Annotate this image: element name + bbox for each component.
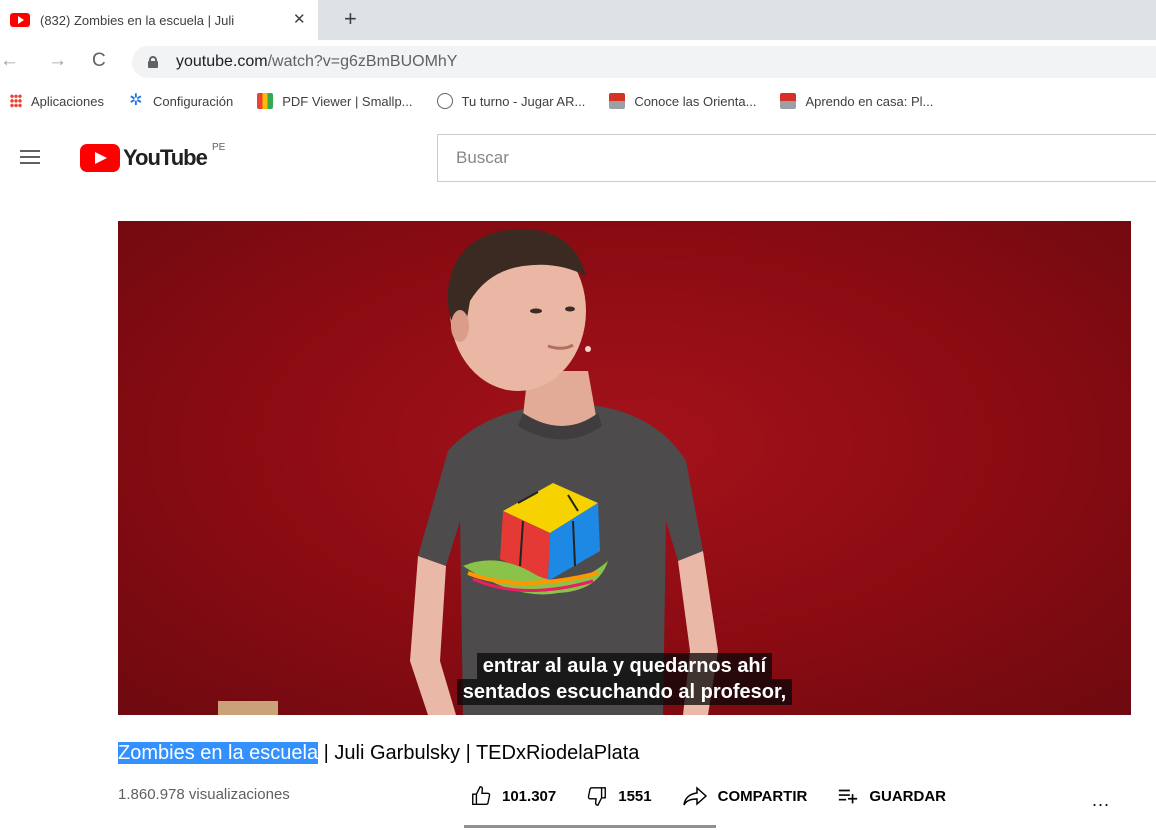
video-subtitles: entrar al aula y quedarnos ahí sentados … — [118, 653, 1131, 705]
minedu-icon — [780, 93, 797, 109]
share-label: COMPARTIR — [717, 787, 808, 805]
country-code: PE — [212, 142, 226, 153]
pdf-viewer-icon — [257, 93, 274, 109]
save-button[interactable]: GUARDAR — [837, 785, 946, 807]
bookmark-label: Conoce las Orienta... — [634, 93, 757, 109]
tab-close-icon[interactable]: ✕ — [293, 10, 306, 28]
video-frame-speaker — [218, 228, 718, 715]
bookmark-configuracion[interactable]: ✲ Configuración — [128, 93, 233, 109]
video-player[interactable]: entrar al aula y quedarnos ahí sentados … — [118, 221, 1131, 715]
share-button[interactable]: COMPARTIR — [682, 785, 808, 807]
video-actions: 101.307 1551 COMPARTIR GUARDAR — [470, 780, 976, 812]
sentiment-bar — [464, 825, 716, 828]
like-button[interactable]: 101.307 — [470, 785, 556, 807]
reload-icon[interactable]: C — [92, 50, 106, 72]
bookmark-label: Aprendo en casa: Pl... — [805, 93, 934, 109]
url-path: /watch?v=g6zBmBUOMhY — [267, 53, 458, 70]
search-placeholder: Buscar — [456, 148, 509, 167]
save-label: GUARDAR — [869, 787, 946, 805]
minedu-icon — [609, 93, 626, 109]
bookmark-aplicaciones[interactable]: Aplicaciones — [10, 94, 104, 109]
forward-arrow-icon[interactable]: → — [48, 50, 67, 72]
dislike-count: 1551 — [618, 787, 652, 805]
video-title-selected-text: Zombies en la escuela — [118, 742, 319, 764]
lock-icon[interactable] — [148, 56, 158, 68]
tab-title: (832) Zombies en la escuela | Juli — [40, 12, 235, 28]
bookmark-label: PDF Viewer | Smallp... — [282, 93, 413, 109]
thumbs-up-icon — [472, 786, 491, 805]
like-count: 101.307 — [502, 787, 557, 805]
youtube-logo[interactable]: YouTube — [80, 144, 208, 172]
share-arrow-icon — [682, 786, 707, 806]
bookmark-label: Aplicaciones — [31, 93, 104, 109]
bookmark-label: Tu turno - Jugar AR... — [461, 93, 586, 109]
gear-icon: ✲ — [129, 92, 143, 109]
browser-toolbar: ← → C youtube.com/watch?v=g6zBmBUOMhY — [0, 40, 1156, 84]
playlist-add-icon — [839, 789, 858, 804]
youtube-play-logo-icon — [80, 144, 120, 172]
bookmark-pdf-viewer[interactable]: PDF Viewer | Smallp... — [257, 93, 413, 109]
subtitle-line: entrar al aula y quedarnos ahí — [476, 653, 773, 679]
video-title-rest: | Juli Garbulsky | TEDxRiodelaPlata — [318, 742, 640, 764]
dislike-button[interactable]: 1551 — [586, 785, 652, 807]
youtube-header: YouTube PE Buscar — [0, 118, 1156, 194]
youtube-favicon-icon — [10, 13, 30, 27]
bookmark-tu-turno[interactable]: Tu turno - Jugar AR... — [436, 93, 586, 109]
bookmark-label: Configuración — [153, 93, 234, 109]
address-bar[interactable]: youtube.com/watch?v=g6zBmBUOMhY — [132, 46, 1156, 78]
browser-tab-active[interactable]: (832) Zombies en la escuela | Juli ✕ — [0, 0, 318, 40]
youtube-logo-text: YouTube — [123, 145, 208, 170]
apps-grid-icon — [10, 94, 22, 108]
more-actions-icon[interactable]: ... — [1092, 790, 1110, 811]
video-title: Zombies en la escuela | Juli Garbulsky |… — [118, 742, 639, 765]
url-host: youtube.com — [176, 53, 268, 70]
clock-icon — [436, 93, 453, 109]
bookmark-conoce-orientaciones[interactable]: Conoce las Orienta... — [609, 93, 756, 109]
thumbs-down-icon — [587, 787, 607, 806]
new-tab-button[interactable]: + — [344, 6, 357, 32]
bookmarks-bar: Aplicaciones ✲ Configuración PDF Viewer … — [0, 84, 1156, 118]
view-count: 1.860.978 visualizaciones — [118, 786, 290, 803]
subtitle-line: sentados escuchando al profesor, — [456, 679, 793, 705]
menu-icon[interactable] — [20, 150, 40, 164]
bookmark-aprendo-en-casa[interactable]: Aprendo en casa: Pl... — [780, 93, 933, 109]
back-arrow-icon[interactable]: ← — [0, 50, 19, 72]
search-input[interactable]: Buscar — [437, 134, 1156, 182]
browser-tab-strip: (832) Zombies en la escuela | Juli ✕ + — [0, 0, 1156, 40]
